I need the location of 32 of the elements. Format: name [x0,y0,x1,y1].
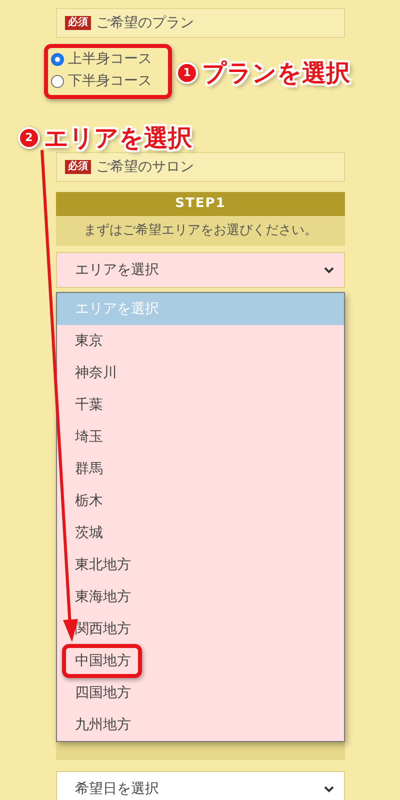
chevron-down-icon [324,785,334,793]
annotation-text: プランを選択 [202,58,350,89]
radio-label[interactable]: 上半身コース [68,48,152,70]
dropdown-option[interactable]: 埼玉 [57,421,344,453]
date-select[interactable]: 希望日を選択 [56,771,345,800]
field-label: ご希望のサロン [96,158,194,176]
dropdown-option[interactable]: 東京 [57,325,344,357]
field-label: ご希望のプラン [96,14,194,32]
area-select[interactable]: エリアを選択 [56,252,345,288]
dropdown-option[interactable]: 東海地方 [57,581,344,613]
dropdown-option[interactable]: 四国地方 [57,677,344,709]
select-value: エリアを選択 [75,260,159,280]
step-number: 1 [176,62,198,84]
select-value: 希望日を選択 [75,780,159,798]
radio-label[interactable]: 下半身コース [68,70,152,92]
chevron-down-icon [324,266,334,274]
step-number: 2 [18,127,40,149]
radio-button[interactable] [51,52,64,66]
required-badge: 必須 [65,16,91,30]
dropdown-option[interactable]: 九州地方 [57,709,344,741]
step-instruction: まずはご希望エリアをお選びください。 [56,216,345,246]
dropdown-option[interactable]: 群馬 [57,453,344,485]
dropdown-option[interactable]: 栃木 [57,485,344,517]
dropdown-option[interactable]: 神奈川 [57,357,344,389]
required-badge: 必須 [65,160,91,174]
dropdown-option[interactable]: 中国地方 [57,645,344,677]
radio-button[interactable] [51,74,64,88]
step-header: STEP1 [56,192,345,216]
dropdown-option[interactable]: 東北地方 [57,549,344,581]
annotation-text: エリアを選択 [44,123,192,154]
dropdown-option[interactable]: 千葉 [57,389,344,421]
dropdown-option[interactable]: 茨城 [57,517,344,549]
